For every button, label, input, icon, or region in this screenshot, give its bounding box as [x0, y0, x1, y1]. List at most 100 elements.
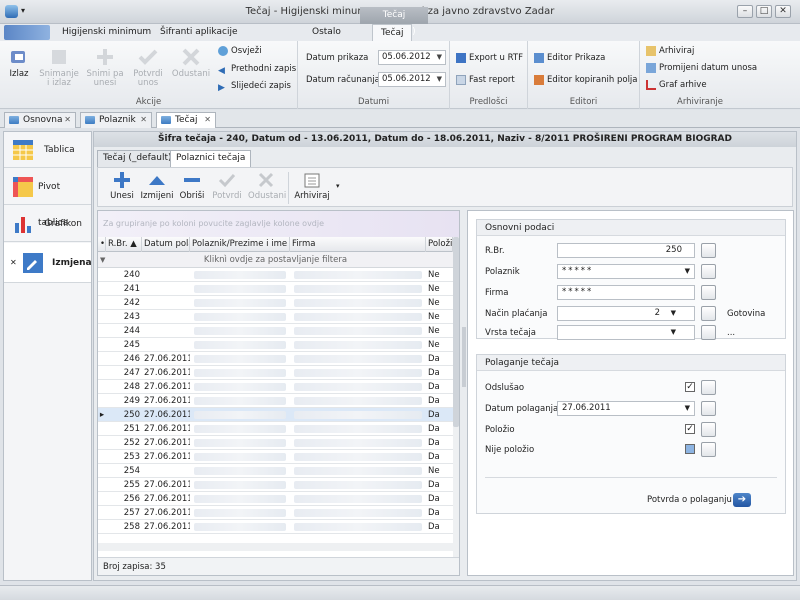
- horizontal-scrollbar[interactable]: [98, 543, 453, 551]
- potvrdi-button[interactable]: Potvrdi: [210, 171, 244, 201]
- izlaz-button[interactable]: Izlaz: [4, 47, 34, 79]
- column-header-rbr[interactable]: R.Br. ▲: [106, 237, 142, 252]
- close-icon[interactable]: ✕: [64, 113, 71, 127]
- snimanje-izlaz-button[interactable]: Snimanje i izlaz: [38, 47, 80, 88]
- chevron-down-icon[interactable]: ▼: [685, 402, 690, 415]
- editor-prikaza-button[interactable]: Editor Prikaza: [534, 51, 605, 65]
- table-row[interactable]: 253 27.06.2011 Da: [98, 450, 453, 464]
- graf-arhive-button[interactable]: Graf arhive: [646, 78, 707, 92]
- edit-icon[interactable]: [701, 380, 716, 395]
- column-header-polozio[interactable]: Položio: [426, 237, 453, 252]
- doc-tab-polaznik[interactable]: Polaznik ✕: [80, 112, 152, 128]
- table-row[interactable]: 251 27.06.2011 Da: [98, 422, 453, 436]
- close-icon[interactable]: ✕: [204, 113, 211, 127]
- promijeni-datum-button[interactable]: Promijeni datum unosa: [646, 61, 757, 75]
- table-row[interactable]: 244 Ne: [98, 324, 453, 338]
- nav-grafikon[interactable]: Grafikon: [4, 206, 91, 242]
- arhiviraj-grid-button[interactable]: Arhiviraj: [294, 171, 330, 201]
- minimize-button[interactable]: –: [737, 5, 753, 18]
- panel-splitter[interactable]: [462, 327, 466, 387]
- close-button[interactable]: ✕: [775, 5, 791, 18]
- column-header-firma[interactable]: Firma: [290, 237, 426, 252]
- table-row[interactable]: 254 Ne: [98, 464, 453, 478]
- izmijeni-button[interactable]: Izmijeni: [140, 171, 174, 201]
- close-icon[interactable]: ✕: [10, 243, 17, 283]
- chevron-down-icon[interactable]: ▼: [671, 307, 676, 320]
- maximize-button[interactable]: □: [756, 5, 772, 18]
- table-row[interactable]: 258 27.06.2011 Da: [98, 520, 453, 534]
- table-row[interactable]: 241 Ne: [98, 282, 453, 296]
- table-row[interactable]: 248 27.06.2011 Da: [98, 380, 453, 394]
- filter-row[interactable]: ▼ Kliknì ovdje za postavljanje filtera: [98, 252, 453, 268]
- app-menu-button[interactable]: [4, 25, 50, 40]
- table-row[interactable]: 257 27.06.2011 Da: [98, 506, 453, 520]
- table-row[interactable]: 252 27.06.2011 Da: [98, 436, 453, 450]
- tab-higijenski-minimum[interactable]: Higijenski minimum: [54, 24, 159, 41]
- obrisi-button[interactable]: Obriši: [178, 171, 206, 201]
- close-icon[interactable]: ✕: [140, 113, 147, 127]
- potvrdi-unos-button[interactable]: Potvrdi unos: [130, 47, 166, 88]
- toolbar-overflow-icon[interactable]: ▾: [336, 182, 340, 190]
- edit-icon[interactable]: [701, 264, 716, 279]
- tab-sifranti[interactable]: Šifranti aplikacije: [152, 24, 245, 41]
- fast-report-button[interactable]: Fast report: [456, 73, 515, 87]
- table-row[interactable]: 245 Ne: [98, 338, 453, 352]
- arhiviraj-button[interactable]: Arhiviraj: [646, 44, 694, 58]
- group-by-area[interactable]: Za grupiranje po koloni povucite zaglavl…: [98, 211, 459, 237]
- nacin-placanja-field[interactable]: 2 ▼: [557, 306, 695, 321]
- datum-polaganja-field[interactable]: 27.06.2011 ▼: [557, 401, 695, 416]
- doc-tab-osnovna[interactable]: Osnovna ✕: [4, 112, 76, 128]
- sort-ascending-icon: ▲: [130, 239, 137, 249]
- edit-icon[interactable]: [701, 422, 716, 437]
- tab-tecaj-default[interactable]: Tečaj (_default): [97, 150, 178, 167]
- edit-icon[interactable]: [701, 401, 716, 416]
- tab-polaznici-tecaja[interactable]: Polaznici tečaja: [170, 150, 252, 167]
- table-row[interactable]: ▸ 250 27.06.2011 Da: [98, 408, 453, 422]
- datum-racunanja-combo[interactable]: 05.06.2012 ▼: [378, 72, 446, 87]
- nav-pivot-tablica[interactable]: Pivot tablica: [4, 169, 91, 228]
- odustani-button[interactable]: Odustani: [170, 47, 212, 79]
- chevron-down-icon[interactable]: ▼: [685, 265, 690, 278]
- table-row[interactable]: 242 Ne: [98, 296, 453, 310]
- vrsta-tecaja-field[interactable]: ▼: [557, 325, 695, 340]
- copy-editor-icon: [534, 74, 544, 85]
- sljedeci-zapis-button[interactable]: ▶ Slijedeći zapis: [218, 79, 291, 93]
- edit-icon[interactable]: [701, 306, 716, 321]
- table-row[interactable]: 240 Ne: [98, 268, 453, 282]
- odslusao-checkbox[interactable]: ✓: [685, 382, 695, 392]
- prethodni-zapis-button[interactable]: ◀ Prethodni zapis: [218, 62, 296, 76]
- table-row[interactable]: 249 27.06.2011 Da: [98, 394, 453, 408]
- nav-tablica[interactable]: Tablica: [4, 132, 91, 168]
- edit-icon[interactable]: [701, 285, 716, 300]
- doc-tab-tecaj[interactable]: Tečaj ✕: [156, 112, 216, 128]
- datum-prikaza-combo[interactable]: 05.06.2012 ▼: [378, 50, 446, 65]
- chevron-down-icon[interactable]: ▼: [671, 326, 676, 339]
- odustani-grid-button[interactable]: Odustani: [248, 171, 286, 201]
- export-rtf-button[interactable]: Export u RTF: [456, 51, 523, 65]
- table-row[interactable]: 247 27.06.2011 Da: [98, 366, 453, 380]
- snimi-unesi-button[interactable]: Snimi pa unesi: [86, 47, 124, 88]
- tab-tecaj[interactable]: Tečaj: [372, 24, 413, 41]
- tab-ostalo[interactable]: Ostalo: [304, 24, 349, 41]
- rbr-field[interactable]: 250: [557, 243, 695, 258]
- vertical-scrollbar[interactable]: [453, 237, 459, 557]
- osvjezi-button[interactable]: Osvježi: [218, 44, 262, 58]
- edit-icon[interactable]: [701, 243, 716, 258]
- table-row[interactable]: 256 27.06.2011 Da: [98, 492, 453, 506]
- nije-polozio-checkbox[interactable]: [685, 444, 695, 454]
- edit-icon[interactable]: [701, 325, 716, 340]
- unesi-button[interactable]: Unesi: [108, 171, 136, 201]
- table-row[interactable]: 246 27.06.2011 Da: [98, 352, 453, 366]
- column-header-polaznik[interactable]: Polaznik/Prezime i ime: [190, 237, 290, 252]
- table-row[interactable]: 255 27.06.2011 Da: [98, 478, 453, 492]
- polozio-checkbox[interactable]: ✓: [685, 424, 695, 434]
- table-row[interactable]: 243 Ne: [98, 310, 453, 324]
- polaznik-field[interactable]: ***** ▼: [557, 264, 695, 279]
- scroll-thumb[interactable]: [453, 237, 459, 427]
- edit-icon[interactable]: [701, 442, 716, 457]
- editor-kopiranih-button[interactable]: Editor kopiranih polja: [534, 73, 638, 87]
- potvrda-button[interactable]: ➔: [733, 493, 751, 507]
- firma-field[interactable]: *****: [557, 285, 695, 300]
- nav-izmjena[interactable]: ✕ Izmjena: [4, 243, 92, 283]
- column-header-datum[interactable]: Datum pola: [142, 237, 190, 252]
